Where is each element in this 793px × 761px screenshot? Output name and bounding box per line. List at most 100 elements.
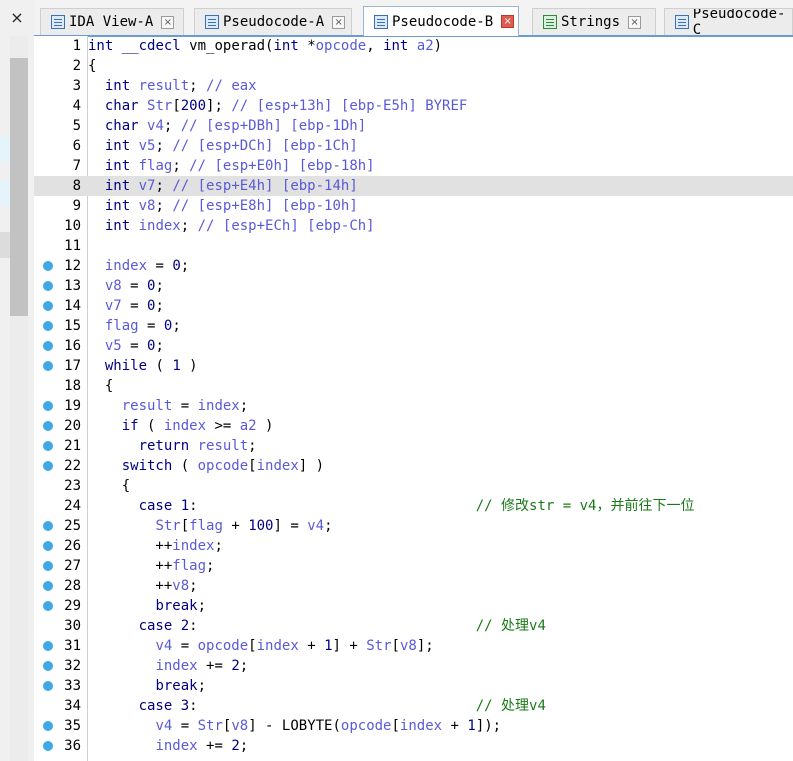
code-text[interactable]: int result; // eax bbox=[88, 76, 257, 96]
code-text[interactable]: int v7; // [esp+E4h] [ebp-14h] bbox=[88, 176, 358, 196]
code-line[interactable]: 33 break; bbox=[34, 676, 793, 696]
code-text[interactable]: case 3: // 处理v4 bbox=[88, 696, 546, 716]
code-text[interactable]: { bbox=[88, 476, 130, 496]
code-line[interactable]: 36 index += 2; bbox=[34, 736, 793, 756]
code-line[interactable]: 27 ++flag; bbox=[34, 556, 793, 576]
close-panel-icon[interactable]: × bbox=[0, 6, 34, 30]
breakpoint-dot-icon[interactable] bbox=[43, 721, 53, 731]
breakpoint-dot-icon[interactable] bbox=[43, 601, 53, 611]
close-tab-icon[interactable]: × bbox=[332, 15, 346, 29]
breakpoint-dot-icon[interactable] bbox=[43, 361, 53, 371]
code-text[interactable]: while ( 1 ) bbox=[88, 356, 198, 376]
code-line[interactable]: 24 case 1: // 修改str = v4，并前往下一位 bbox=[34, 496, 793, 516]
close-tab-icon[interactable]: × bbox=[161, 15, 175, 29]
code-line[interactable]: 2{ bbox=[34, 56, 793, 76]
breakpoint-dot-icon[interactable] bbox=[43, 561, 53, 571]
code-text[interactable]: char Str[200]; // [esp+13h] [ebp-E5h] BY… bbox=[88, 96, 468, 116]
code-text[interactable]: Str[flag + 100] = v4; bbox=[88, 516, 332, 536]
breakpoint-dot-icon[interactable] bbox=[43, 461, 53, 471]
code-text[interactable]: int flag; // [esp+E0h] [ebp-18h] bbox=[88, 156, 375, 176]
code-line[interactable]: 15 flag = 0; bbox=[34, 316, 793, 336]
code-text[interactable]: { bbox=[88, 376, 113, 396]
code-text[interactable]: break; bbox=[88, 676, 206, 696]
code-line[interactable]: 22 switch ( opcode[index] ) bbox=[34, 456, 793, 476]
code-text[interactable]: { bbox=[88, 56, 96, 76]
code-line[interactable]: 23 { bbox=[34, 476, 793, 496]
code-text[interactable]: v5 = 0; bbox=[88, 336, 164, 356]
code-line[interactable]: 18 { bbox=[34, 376, 793, 396]
code-line[interactable]: 4 char Str[200]; // [esp+13h] [ebp-E5h] … bbox=[34, 96, 793, 116]
code-line[interactable]: 29 break; bbox=[34, 596, 793, 616]
code-text[interactable]: result = index; bbox=[88, 396, 248, 416]
code-line[interactable]: 34 case 3: // 处理v4 bbox=[34, 696, 793, 716]
code-text[interactable]: index += 2; bbox=[88, 656, 248, 676]
breakpoint-dot-icon[interactable] bbox=[43, 641, 53, 651]
code-line[interactable]: 32 index += 2; bbox=[34, 656, 793, 676]
code-text[interactable]: case 1: // 修改str = v4，并前往下一位 bbox=[88, 496, 695, 516]
code-text[interactable]: index = 0; bbox=[88, 256, 189, 276]
code-text[interactable]: case 2: // 处理v4 bbox=[88, 616, 546, 636]
tab-pseudocode-b[interactable]: Pseudocode-B × bbox=[363, 6, 519, 36]
code-line[interactable]: 5 char v4; // [esp+DBh] [ebp-1Dh] bbox=[34, 116, 793, 136]
code-line[interactable]: 10 int index; // [esp+ECh] [ebp-Ch] bbox=[34, 216, 793, 236]
code-line[interactable]: 7 int flag; // [esp+E0h] [ebp-18h] bbox=[34, 156, 793, 176]
breakpoint-dot-icon[interactable] bbox=[43, 281, 53, 291]
code-line[interactable]: 6 int v5; // [esp+DCh] [ebp-1Ch] bbox=[34, 136, 793, 156]
code-text[interactable]: break; bbox=[88, 596, 206, 616]
code-line[interactable]: 28 ++v8; bbox=[34, 576, 793, 596]
code-line[interactable]: 35 v4 = Str[v8] - LOBYTE(opcode[index + … bbox=[34, 716, 793, 736]
code-line[interactable]: 19 result = index; bbox=[34, 396, 793, 416]
tab-pseudocode-a[interactable]: Pseudocode-A × bbox=[194, 8, 352, 35]
tab-pseudocode-c[interactable]: Pseudocode-C bbox=[664, 8, 793, 35]
code-line[interactable]: 8 int v7; // [esp+E4h] [ebp-14h] bbox=[34, 176, 793, 196]
code-line[interactable]: 25 Str[flag + 100] = v4; bbox=[34, 516, 793, 536]
code-line[interactable]: 17 while ( 1 ) bbox=[34, 356, 793, 376]
code-text[interactable]: index += 2; bbox=[88, 736, 248, 756]
breakpoint-dot-icon[interactable] bbox=[43, 741, 53, 751]
breakpoint-dot-icon[interactable] bbox=[43, 401, 53, 411]
code-text[interactable]: int index; // [esp+ECh] [ebp-Ch] bbox=[88, 216, 375, 236]
breakpoint-dot-icon[interactable] bbox=[43, 521, 53, 531]
tab-ida-view-a[interactable]: IDA View-A × bbox=[40, 8, 184, 35]
code-line[interactable]: 16 v5 = 0; bbox=[34, 336, 793, 356]
breakpoint-dot-icon[interactable] bbox=[43, 441, 53, 451]
code-text[interactable]: int v5; // [esp+DCh] [ebp-1Ch] bbox=[88, 136, 358, 156]
pseudocode-editor[interactable]: 1 int __cdecl vm_operad(int *opcode, int … bbox=[34, 36, 793, 761]
code-line[interactable]: 30 case 2: // 处理v4 bbox=[34, 616, 793, 636]
code-text[interactable]: ++v8; bbox=[88, 576, 197, 596]
code-line[interactable]: 14 v7 = 0; bbox=[34, 296, 793, 316]
close-tab-icon[interactable]: × bbox=[628, 15, 642, 29]
breakpoint-dot-icon[interactable] bbox=[43, 321, 53, 331]
code-line[interactable]: 13 v8 = 0; bbox=[34, 276, 793, 296]
code-line[interactable]: 21 return result; bbox=[34, 436, 793, 456]
left-panel-scroll-thumb[interactable] bbox=[10, 58, 28, 316]
breakpoint-dot-icon[interactable] bbox=[43, 541, 53, 551]
breakpoint-dot-icon[interactable] bbox=[43, 581, 53, 591]
code-line[interactable]: 20 if ( index >= a2 ) bbox=[34, 416, 793, 436]
code-line[interactable]: 3 int result; // eax bbox=[34, 76, 793, 96]
code-text[interactable]: return result; bbox=[88, 436, 257, 456]
close-tab-icon[interactable]: × bbox=[501, 15, 515, 28]
code-line[interactable]: 9 int v8; // [esp+E8h] [ebp-10h] bbox=[34, 196, 793, 216]
breakpoint-dot-icon[interactable] bbox=[43, 341, 53, 351]
code-text[interactable]: v4 = opcode[index + 1] + Str[v8]; bbox=[88, 636, 433, 656]
code-line[interactable]: 1 int __cdecl vm_operad(int *opcode, int … bbox=[34, 36, 793, 56]
code-text[interactable]: int v8; // [esp+E8h] [ebp-10h] bbox=[88, 196, 358, 216]
code-text[interactable]: v7 = 0; bbox=[88, 296, 164, 316]
breakpoint-dot-icon[interactable] bbox=[43, 661, 53, 671]
code-line[interactable]: 31 v4 = opcode[index + 1] + Str[v8]; bbox=[34, 636, 793, 656]
code-text[interactable]: switch ( opcode[index] ) bbox=[88, 456, 324, 476]
code-text[interactable]: ++flag; bbox=[88, 556, 214, 576]
code-text[interactable]: int __cdecl vm_operad(int *opcode, int a… bbox=[88, 36, 442, 56]
code-text[interactable]: v8 = 0; bbox=[88, 276, 164, 296]
breakpoint-dot-icon[interactable] bbox=[43, 681, 53, 691]
code-text[interactable]: char v4; // [esp+DBh] [ebp-1Dh] bbox=[88, 116, 366, 136]
breakpoint-dot-icon[interactable] bbox=[43, 421, 53, 431]
code-text[interactable]: v4 = Str[v8] - LOBYTE(opcode[index + 1])… bbox=[88, 716, 501, 736]
code-text[interactable]: if ( index >= a2 ) bbox=[88, 416, 274, 436]
breakpoint-dot-icon[interactable] bbox=[43, 261, 53, 271]
code-text[interactable]: flag = 0; bbox=[88, 316, 181, 336]
code-line[interactable]: 12 index = 0; bbox=[34, 256, 793, 276]
breakpoint-dot-icon[interactable] bbox=[43, 301, 53, 311]
tab-strings[interactable]: Strings × bbox=[532, 8, 656, 35]
